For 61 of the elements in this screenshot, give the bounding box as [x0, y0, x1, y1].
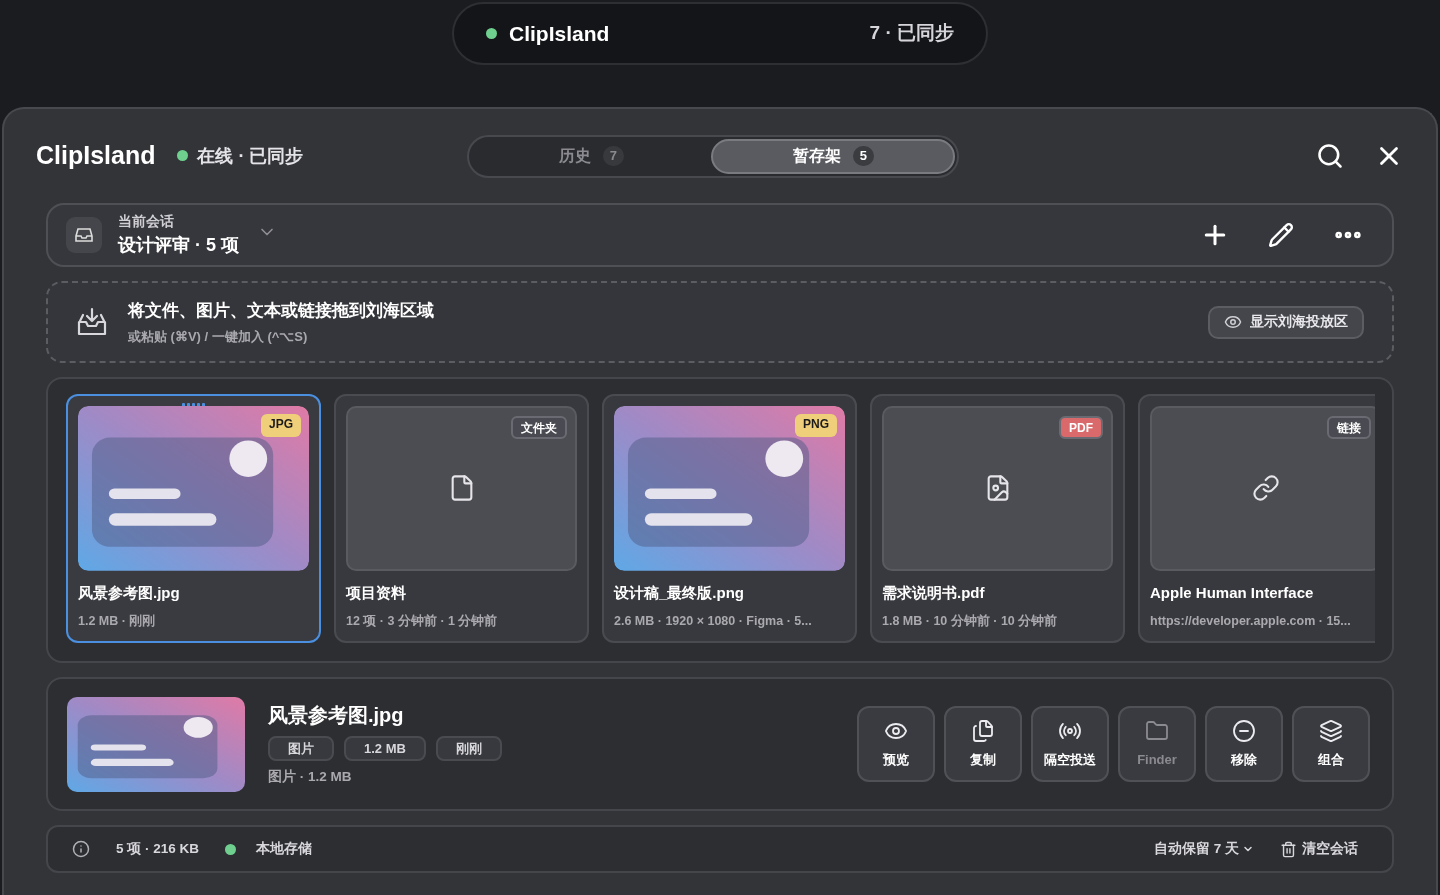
file-meta: 1.8 MB · 10 分钟前 · 10 分钟前	[882, 613, 1059, 631]
island-title: ClipIsland	[509, 20, 610, 47]
tab[interactable]: 历史 7	[471, 138, 712, 174]
type-tag: PNG	[795, 414, 837, 437]
file-meta: 2.6 MB · 1920 × 1080 · Figma · 5...	[614, 613, 813, 631]
tab[interactable]: 暂存架 5	[711, 138, 956, 174]
file-name: 设计稿_最终版.png	[614, 582, 745, 603]
drop-hint: 或粘贴 (⌘V) / 一键加入 (^⌥S)	[128, 327, 309, 346]
search-icon[interactable]	[1316, 142, 1344, 170]
action-button[interactable]: 复制	[944, 706, 1022, 782]
action-button[interactable]: 隔空投送	[1031, 706, 1109, 782]
clear-session-button[interactable]: 清空会话	[1280, 838, 1358, 860]
file-name: 需求说明书.pdf	[882, 582, 986, 603]
copy-icon	[971, 718, 995, 743]
tab-count: 5	[852, 146, 875, 166]
pencil-icon[interactable]	[1268, 222, 1294, 248]
type-tag: 文件夹	[511, 416, 567, 439]
retention-dropdown[interactable]: 自动保留 7 天	[1154, 838, 1254, 860]
type-tag: JPG	[261, 414, 301, 437]
detail-tag: 刚刚	[435, 736, 502, 762]
session-label: 当前会话	[118, 212, 175, 231]
file-meta: https://developer.apple.com · 15...	[1150, 613, 1352, 631]
detail-name: 风景参考图.jpg	[268, 703, 405, 729]
inbox-download-icon	[76, 307, 108, 337]
layers-icon	[1319, 718, 1343, 743]
island-status: 7 · 已同步	[869, 21, 954, 46]
drop-title: 将文件、图片、文本或链接拖到刘海区域	[128, 300, 434, 322]
show-drop-zone-button[interactable]: 显示刘海投放区	[1208, 305, 1364, 339]
detail-tag: 1.2 MB	[344, 736, 426, 762]
action-button[interactable]: 组合	[1292, 706, 1370, 782]
action-button[interactable]: 移除	[1205, 706, 1283, 782]
trash-icon	[1280, 840, 1297, 858]
action-button[interactable]: 预览	[857, 706, 935, 782]
tray-icon	[74, 227, 94, 243]
type-tag: 链接	[1327, 416, 1371, 439]
eye-icon	[1224, 313, 1242, 331]
drop-zone[interactable]: 将文件、图片、文本或链接拖到刘海区域 或粘贴 (⌘V) / 一键加入 (^⌥S) 显示刘海投放区	[46, 281, 1394, 363]
file-meta: 1.2 MB · 刚刚	[78, 613, 157, 631]
tab-count: 7	[602, 146, 625, 166]
folder-icon	[1145, 718, 1169, 743]
connection-status: 在线 · 已同步	[197, 144, 304, 168]
session-name: 设计评审 · 5 项	[118, 234, 239, 257]
minus-circle-icon	[1232, 718, 1256, 743]
file-card[interactable]: JPG 风景参考图.jpg 1.2 MB · 刚刚	[66, 394, 321, 643]
island-bar[interactable]: ClipIsland 7 · 已同步	[452, 2, 988, 65]
item-count: 5 项 · 216 KB	[116, 839, 200, 858]
file-name: Apple Human Interface	[1150, 582, 1315, 603]
file-meta: 12 项 · 3 分钟前 · 1 分钟前	[346, 613, 499, 631]
file-card[interactable]: PDF 需求说明书.pdf 1.8 MB · 10 分钟前 · 10 分钟前	[870, 394, 1125, 643]
info-icon[interactable]	[72, 840, 90, 858]
storage-label: 本地存储	[256, 839, 313, 858]
file-name: 项目资料	[346, 582, 407, 603]
file-card[interactable]: 文件夹 项目资料 12 项 · 3 分钟前 · 1 分钟前	[334, 394, 589, 643]
link-icon	[1251, 474, 1280, 503]
file-card[interactable]: 链接 Apple Human Interface https://developer.apple.com · 15...	[1138, 394, 1375, 643]
type-tag: PDF	[1059, 416, 1103, 439]
file-card[interactable]: PNG 设计稿_最终版.png 2.6 MB · 1920 × 1080 · Figma · 5...	[602, 394, 857, 643]
file-name: 风景参考图.jpg	[78, 582, 181, 603]
detail-tag: 图片	[268, 736, 334, 762]
detail-summary: 图片 · 1.2 MB	[268, 768, 353, 787]
app-title: ClipIsland	[36, 140, 156, 172]
